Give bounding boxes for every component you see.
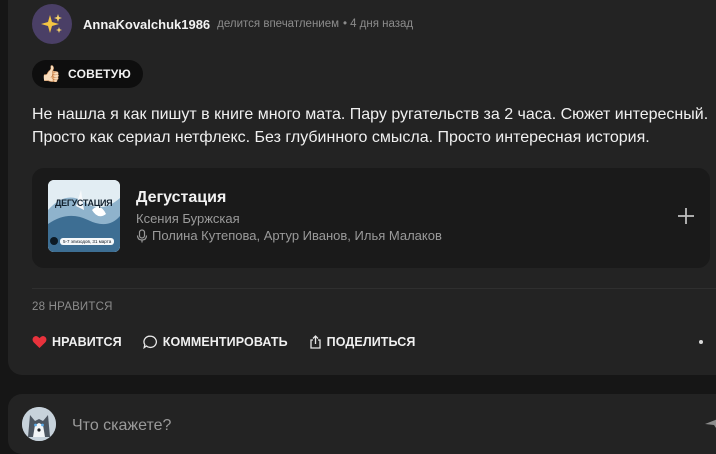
add-to-shelf-button[interactable] [674,204,698,228]
comment-input[interactable] [70,414,674,438]
post-time: 4 дня назад [350,18,414,30]
comment-icon [143,335,157,349]
husky-avatar-icon [22,407,56,441]
author-avatar[interactable] [32,4,72,44]
share-button[interactable]: ПОДЕЛИТЬСЯ [309,335,416,349]
comment-label: КОММЕНТИРОВАТЬ [162,335,288,349]
more-dots-icon [699,340,703,344]
sparkles-icon [41,14,62,33]
microphone-icon [136,228,148,242]
more-options-button[interactable] [699,333,716,351]
divider [32,288,716,289]
share-label: ПОДЕЛИТЬСЯ [326,335,416,349]
likes-count[interactable]: 28 НРАВИТСЯ [32,301,113,313]
post-actions: НРАВИТСЯ КОММЕНТИРОВАТЬ ПОДЕЛИТЬСЯ [32,333,437,351]
author-name[interactable]: AnnaKovalchuk1986 [83,17,210,32]
post-text: Не нашла я как пишут в книге много мата.… [32,106,709,146]
comment-button[interactable]: КОММЕНТИРОВАТЬ [143,335,288,349]
book-narrators: Полина Кутепова, Артур Иванов, Илья Мала… [136,228,442,243]
plus-icon [678,208,694,224]
share-icon [310,335,321,349]
user-avatar[interactable] [22,407,56,441]
cover-title: ДЕГУСТАЦИЯ [55,198,113,208]
comment-composer [8,394,716,454]
book-title[interactable]: Дегустация [136,189,226,207]
cover-logo-icon [50,237,58,245]
like-button[interactable]: НРАВИТСЯ [32,335,122,349]
cover-info: 5-7 эпизодов, 31 марта [60,238,115,245]
narrators-text: Полина Кутепова, Артур Иванов, Илья Мала… [152,228,442,243]
book-card[interactable]: ДЕГУСТАЦИЯ 5-7 эпизодов, 31 марта Дегуст… [32,168,710,268]
like-label: НРАВИТСЯ [52,335,122,349]
book-author[interactable]: Ксения Буржская [136,211,240,226]
recommend-badge: 👍🏻 СОВЕТУЮ [32,60,143,88]
heart-icon [32,336,47,348]
badge-label: СОВЕТУЮ [68,67,131,81]
thumbs-up-icon: 👍🏻 [41,66,61,83]
meta-separator: • [343,18,348,30]
post-action-text: делится впечатлением [217,18,340,30]
book-cover[interactable]: ДЕГУСТАЦИЯ 5-7 эпизодов, 31 марта [48,180,120,252]
send-icon[interactable] [704,416,716,432]
post-header: AnnaKovalchuk1986 делится впечатлением •… [32,4,413,44]
